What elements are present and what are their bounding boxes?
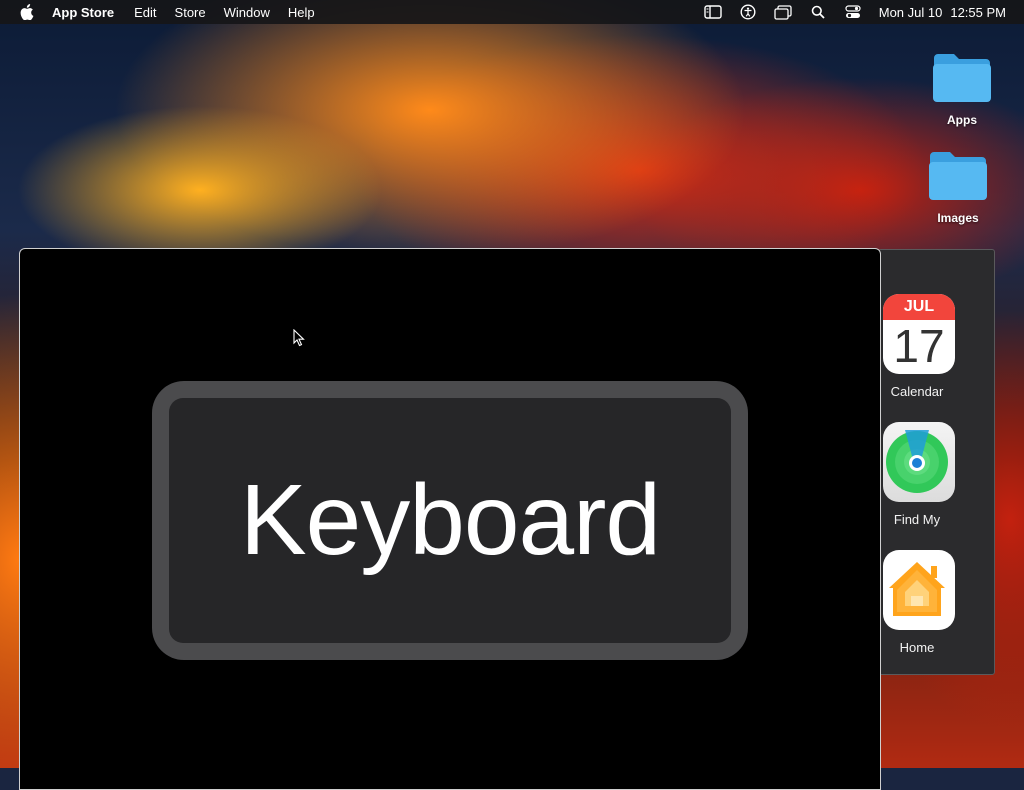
mouse-cursor-icon: [293, 328, 305, 347]
sidebar-icon[interactable]: [704, 4, 722, 20]
menu-bar: App Store Edit Store Window Help Mon Jul…: [0, 0, 1024, 24]
home-icon: [883, 550, 955, 630]
menu-window[interactable]: Window: [224, 5, 270, 20]
menu-store[interactable]: Store: [175, 5, 206, 20]
calendar-day: 17: [893, 320, 945, 372]
folder-label: Apps: [947, 113, 977, 127]
window-icon[interactable]: [774, 4, 792, 20]
clock-date: Mon Jul 10: [878, 4, 943, 20]
dock-app-home[interactable]: Home: [879, 550, 955, 655]
apple-menu-icon[interactable]: [20, 4, 34, 20]
control-center-icon[interactable]: [844, 4, 862, 20]
accessibility-icon[interactable]: [739, 4, 757, 20]
calendar-icon: JUL 17: [883, 294, 955, 374]
clock-time: 12:55 PM: [950, 4, 1006, 20]
folder-icon: [927, 152, 989, 205]
menu-help[interactable]: Help: [288, 5, 315, 20]
keyboard-key-face: Keyboard: [169, 398, 731, 643]
app-name-menu[interactable]: App Store: [52, 5, 114, 20]
calendar-month: JUL: [883, 294, 955, 320]
menu-bar-clock[interactable]: Mon Jul 10 12:55 PM: [879, 5, 1006, 20]
keyboard-key-label: Keyboard: [239, 464, 661, 576]
desktop-folder-apps[interactable]: Apps: [922, 50, 1002, 127]
menu-bar-status-area: Mon Jul 10 12:55 PM: [704, 0, 1024, 24]
dock-app-label: Home: [899, 640, 935, 655]
dock-app-label: Calendar: [890, 384, 944, 399]
menu-edit[interactable]: Edit: [134, 5, 156, 20]
keyboard-key-graphic: Keyboard: [152, 381, 748, 660]
desktop-folder-images[interactable]: Images: [918, 148, 998, 225]
find-my-icon: [883, 422, 955, 502]
dock-app-label: Find My: [893, 512, 941, 527]
folder-label: Images: [937, 211, 979, 225]
dock-app-calendar[interactable]: JUL 17 Calendar: [879, 294, 955, 399]
app-dock-panel: JUL 17 Calendar Find My Home: [878, 249, 995, 675]
folder-icon: [931, 54, 993, 107]
dock-app-find-my[interactable]: Find My: [879, 422, 955, 527]
search-icon[interactable]: [809, 4, 827, 20]
app-window: Keyboard: [19, 248, 881, 790]
